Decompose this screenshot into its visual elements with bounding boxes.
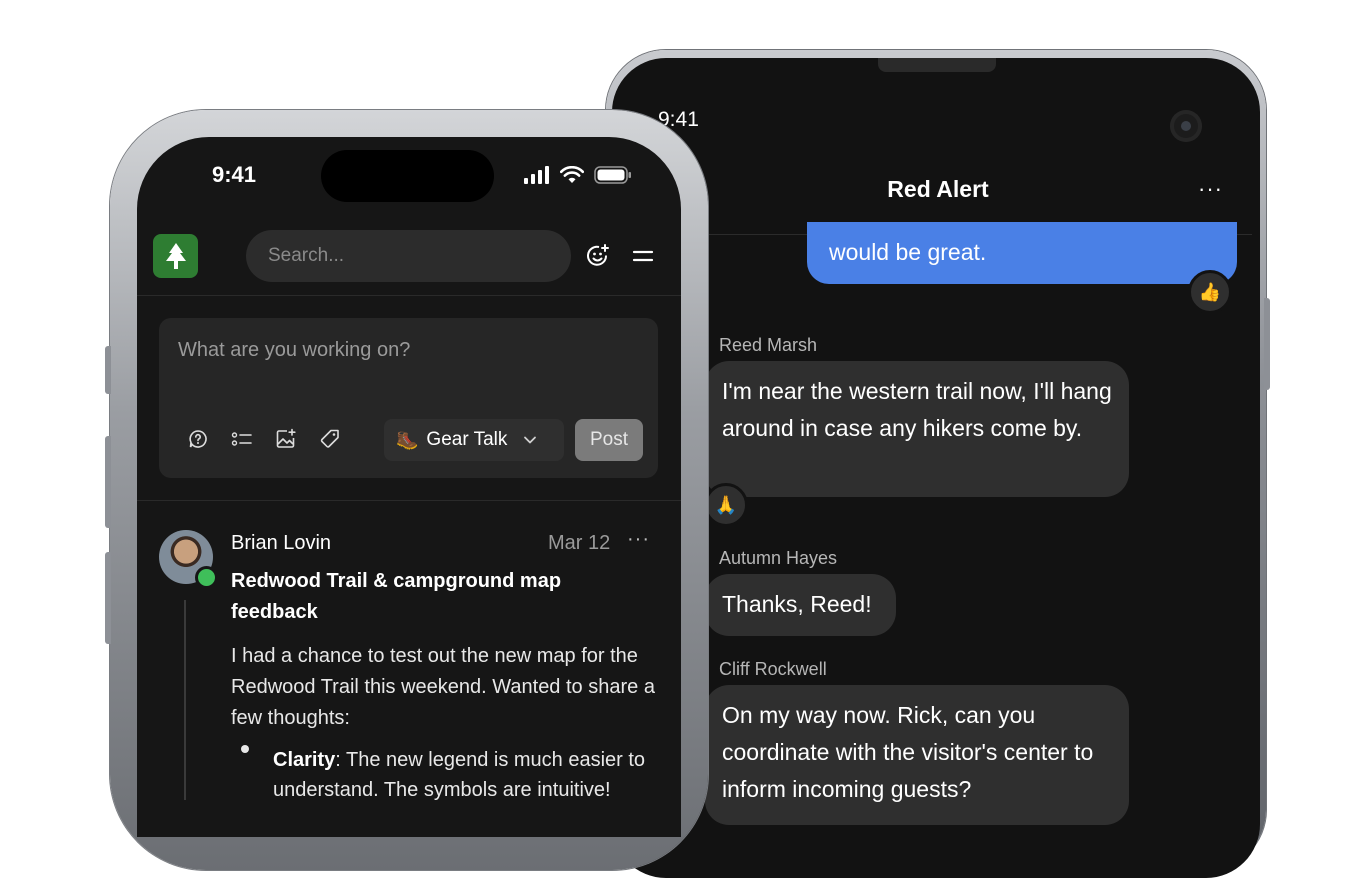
app-logo[interactable] <box>153 234 198 278</box>
iphone-action-button <box>105 346 111 394</box>
pray-reaction-icon[interactable]: 🙏 <box>704 483 748 527</box>
post-bullet-item: Clarity: The new legend is much easier t… <box>273 745 673 805</box>
search-input[interactable] <box>246 230 571 282</box>
message-text: On my way now. Rick, can you coordinate … <box>722 702 1094 802</box>
channel-select[interactable]: 🥾 Gear Talk <box>384 419 564 461</box>
iphone-status-time: 9:41 <box>212 162 257 187</box>
cellular-signal-icon <box>524 166 549 184</box>
status-emoji-button[interactable] <box>585 243 611 269</box>
list-tool-button[interactable] <box>231 428 253 450</box>
iphone-volume-down-button <box>105 552 111 644</box>
message-text: I'm near the western trail now, I'll han… <box>722 378 1112 441</box>
image-tool-button[interactable] <box>275 428 297 450</box>
wifi-icon <box>560 166 584 183</box>
message-sender: Autumn Hayes <box>719 548 838 568</box>
tree-icon <box>165 243 186 269</box>
post-button[interactable]: Post <box>575 419 643 461</box>
android-speaker-grille <box>878 58 996 72</box>
message-bubble-incoming[interactable]: I'm near the western trail now, I'll han… <box>705 361 1129 497</box>
front-camera-icon <box>1170 110 1202 142</box>
question-bubble-icon <box>189 430 207 448</box>
android-side-button <box>1264 298 1270 390</box>
chevron-down-icon <box>524 436 537 444</box>
message-text: Thanks, Reed! <box>722 591 872 617</box>
feed-divider <box>137 500 681 501</box>
dynamic-island <box>321 150 494 202</box>
image-add-icon <box>276 428 296 448</box>
chat-more-options-icon[interactable]: ··· <box>1198 176 1223 202</box>
tag-icon <box>320 429 339 448</box>
message-bubble-incoming[interactable]: Thanks, Reed! <box>705 574 896 636</box>
thumbs-up-reaction-icon[interactable]: 👍 <box>1188 270 1232 314</box>
composer-placeholder[interactable]: What are you working on? <box>178 339 410 362</box>
hiking-boot-icon: 🥾 <box>396 429 419 450</box>
post-body: I had a chance to test out the new map f… <box>231 645 655 729</box>
post-title[interactable]: Redwood Trail & campground map feedback <box>231 566 631 628</box>
post-date: Mar 12 <box>548 532 611 554</box>
menu-button[interactable] <box>631 246 655 266</box>
battery-icon <box>594 166 631 184</box>
message-sender: Reed Marsh <box>719 335 818 355</box>
question-tool-button[interactable] <box>187 428 209 450</box>
bullet-marker <box>241 745 249 753</box>
iphone-volume-up-button <box>105 436 111 528</box>
smiley-plus-icon <box>587 244 609 266</box>
list-icon <box>231 432 252 446</box>
thread-line <box>184 600 186 800</box>
bullet-label: Clarity <box>273 749 336 771</box>
message-bubble-outgoing[interactable]: would be great. <box>807 222 1237 284</box>
message-sender: Cliff Rockwell <box>719 659 827 679</box>
online-status-indicator <box>195 566 218 589</box>
message-bubble-incoming[interactable]: On my way now. Rick, can you coordinate … <box>705 685 1129 825</box>
post-author[interactable]: Brian Lovin <box>231 532 331 555</box>
post-more-options-icon[interactable]: ··· <box>627 528 650 551</box>
channel-label: Gear Talk <box>426 429 508 450</box>
tag-tool-button[interactable] <box>319 428 341 450</box>
message-text: would be great. <box>829 239 987 265</box>
header-divider <box>137 295 681 296</box>
status-bar-icons <box>524 166 632 184</box>
hamburger-menu-icon <box>632 250 654 262</box>
chat-title: Red Alert <box>887 176 989 202</box>
